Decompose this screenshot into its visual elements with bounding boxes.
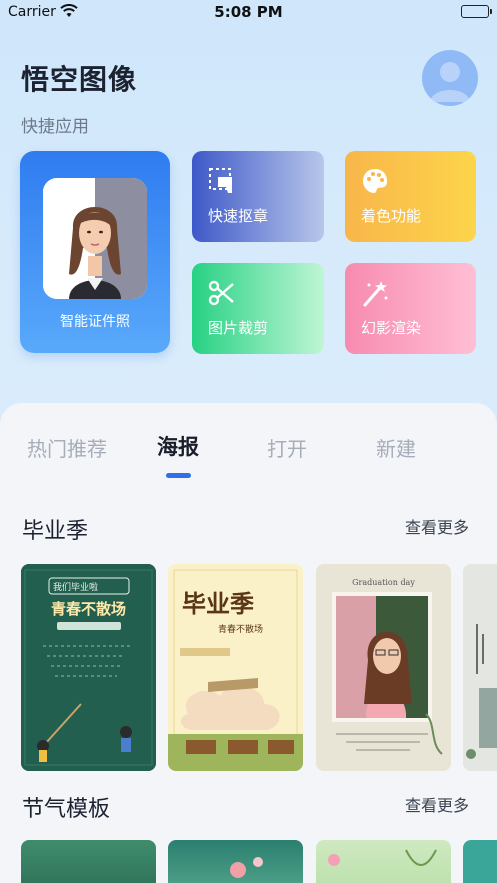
render-label: 幻影渲染 xyxy=(361,319,422,337)
section-title-solar-terms: 节气模板 xyxy=(22,797,111,822)
tab-hot-recommend[interactable]: 热门推荐 xyxy=(27,433,107,462)
app-title: 悟空图像 xyxy=(21,63,138,96)
coloring-card[interactable]: 着色功能 xyxy=(345,151,476,242)
active-tab-indicator xyxy=(166,473,191,478)
status-bar: Carrier 5:08 PM xyxy=(0,0,497,26)
scissors-icon xyxy=(208,279,236,307)
battery-icon xyxy=(461,5,492,18)
section-title-graduation: 毕业季 xyxy=(22,519,89,544)
tab-poster[interactable]: 海报 xyxy=(157,431,199,461)
template-headline: Graduation day xyxy=(352,578,415,587)
id-photo-label: 智能证件照 xyxy=(60,314,130,330)
see-more-solar-terms[interactable]: 查看更多 xyxy=(405,792,469,816)
content-sheet: 热门推荐 海报 打开 新建 毕业季 查看更多 我们毕业啦 青春不散场 毕业季 青… xyxy=(0,403,497,883)
status-time: 5:08 PM xyxy=(214,3,283,21)
template-headline: 青春不散场 xyxy=(50,600,126,618)
id-photo-card[interactable]: 智能证件照 xyxy=(20,151,170,353)
template-card[interactable] xyxy=(463,564,497,771)
quick-apps-label: 快捷应用 xyxy=(21,117,89,137)
magic-wand-icon xyxy=(361,279,389,307)
template-caption: 我们毕业啦 xyxy=(53,583,99,593)
cutout-icon xyxy=(208,167,236,195)
template-card[interactable] xyxy=(21,840,156,883)
phantom-render-card[interactable]: 幻影渲染 xyxy=(345,263,476,354)
avatar[interactable] xyxy=(422,50,478,106)
image-crop-card[interactable]: 图片裁剪 xyxy=(192,263,324,354)
tab-open[interactable]: 打开 xyxy=(267,433,307,462)
template-card[interactable] xyxy=(168,840,303,883)
tab-new[interactable]: 新建 xyxy=(376,433,416,462)
template-card[interactable]: 我们毕业啦 青春不散场 xyxy=(21,564,156,771)
tab-bar: 热门推荐 海报 打开 新建 xyxy=(0,403,497,483)
template-headline: 毕业季 xyxy=(182,589,254,618)
template-card[interactable]: Graduation day xyxy=(316,564,451,771)
template-card[interactable] xyxy=(463,840,497,883)
coloring-label: 着色功能 xyxy=(361,207,422,225)
template-caption: 青春不散场 xyxy=(218,625,264,635)
crop-label: 图片裁剪 xyxy=(208,319,269,337)
user-avatar-icon xyxy=(430,62,470,102)
cutout-label: 快速抠章 xyxy=(208,207,269,225)
quick-cutout-card[interactable]: 快速抠章 xyxy=(192,151,324,242)
id-photo-sample xyxy=(43,178,147,299)
template-card[interactable]: 毕业季 青春不散场 xyxy=(168,564,303,771)
template-card[interactable] xyxy=(316,840,451,883)
palette-icon xyxy=(361,167,389,195)
see-more-graduation[interactable]: 查看更多 xyxy=(405,514,469,538)
